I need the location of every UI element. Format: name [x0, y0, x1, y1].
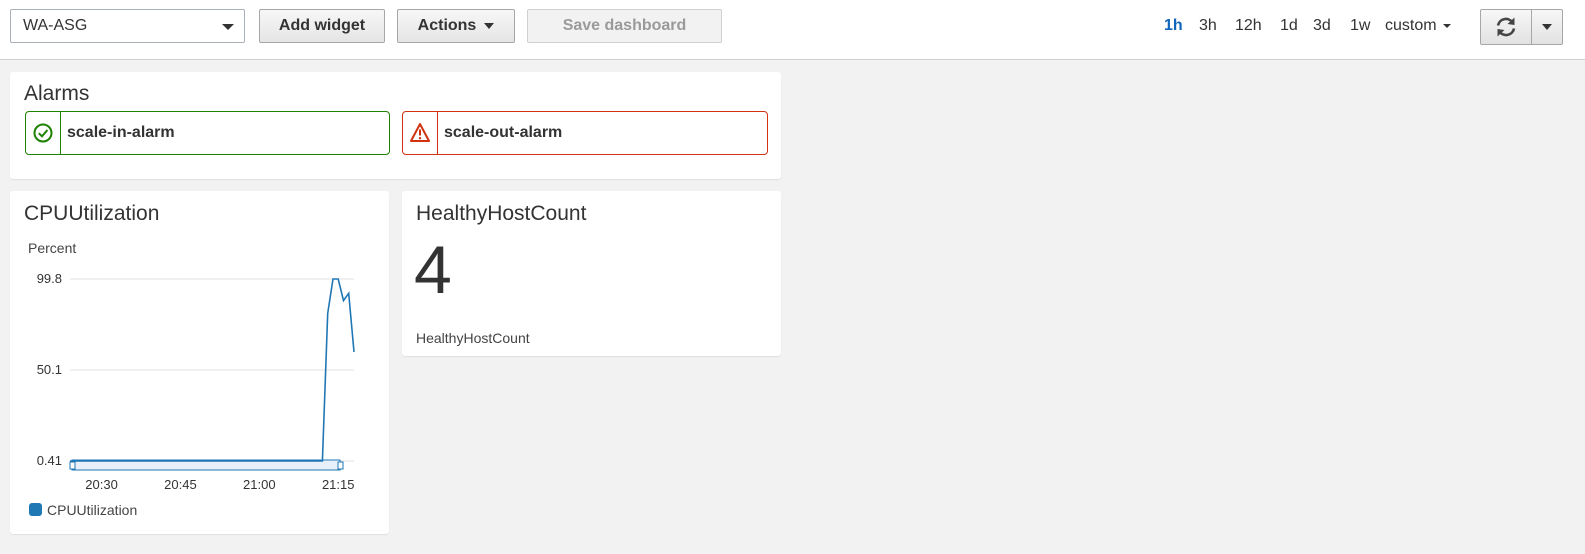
brush-handle[interactable] — [69, 461, 76, 470]
alarms-title: Alarms — [24, 82, 90, 105]
alarm-status-cell — [403, 112, 438, 154]
time-range-3h[interactable]: 3h — [1199, 17, 1217, 35]
chevron-down-icon — [1542, 24, 1552, 30]
caret-down-icon — [1442, 23, 1451, 28]
healthy-host-count-value: 4 — [414, 232, 452, 308]
y-tick-label: 99.8 — [37, 271, 62, 286]
dashboard-select[interactable]: WA-ASG — [10, 9, 245, 43]
refresh-button[interactable] — [1481, 10, 1531, 44]
check-circle-icon — [33, 123, 53, 143]
actions-button[interactable]: Actions — [397, 9, 515, 43]
alarm-name: scale-in-alarm — [67, 124, 175, 141]
alarms-widget: Alarms scale-in-alarm scale-out-alarm — [10, 72, 781, 179]
time-range-12h[interactable]: 12h — [1235, 17, 1262, 35]
health-widget-title: HealthyHostCount — [416, 202, 587, 225]
dashboard-toolbar: WA-ASG Add widget Actions Save dashboard… — [0, 0, 1585, 60]
add-widget-label: Add widget — [278, 17, 366, 34]
time-range-1h[interactable]: 1h — [1164, 17, 1183, 35]
save-dashboard-label: Save dashboard — [562, 17, 687, 34]
legend-swatch — [29, 503, 42, 516]
alarm-name: scale-out-alarm — [444, 124, 563, 141]
healthy-host-count-widget: HealthyHostCount 4 HealthyHostCount — [402, 191, 781, 356]
x-tick-label: 20:45 — [164, 477, 197, 492]
custom-label: custom — [1385, 17, 1437, 34]
y-tick-label: 50.1 — [37, 362, 62, 377]
time-range-custom[interactable]: custom — [1385, 17, 1451, 35]
legend-label[interactable]: CPUUtilization — [47, 502, 137, 518]
alarm-status-cell — [26, 112, 61, 154]
brush-handle[interactable] — [337, 461, 344, 470]
save-dashboard-button[interactable]: Save dashboard — [527, 9, 722, 43]
add-widget-button[interactable]: Add widget — [259, 9, 385, 43]
x-tick-label: 21:00 — [243, 477, 276, 492]
warning-triangle-icon — [410, 123, 430, 142]
x-tick-label: 20:30 — [85, 477, 118, 492]
caret-down-icon — [484, 22, 495, 29]
healthy-host-count-label: HealthyHostCount — [416, 330, 530, 346]
cpu-utilization-widget: CPUUtilization Percent 99.8 50.1 0.41 20:3… — [10, 191, 389, 534]
alarm-scale-in[interactable]: scale-in-alarm — [25, 111, 390, 155]
refresh-button-group — [1480, 9, 1563, 45]
y-tick-label: 0.41 — [37, 453, 62, 468]
cpu-line-chart: 99.8 50.1 0.41 20:30 20:45 21:00 21:15 — [37, 271, 355, 492]
actions-label: Actions — [417, 17, 477, 34]
refresh-options-dropdown[interactable] — [1531, 10, 1562, 44]
time-range-1w[interactable]: 1w — [1350, 17, 1370, 35]
x-tick-label: 21:15 — [322, 477, 355, 492]
time-range-1d[interactable]: 1d — [1280, 17, 1298, 35]
alarm-scale-out[interactable]: scale-out-alarm — [402, 111, 768, 155]
dashboard-select-value: WA-ASG — [23, 17, 88, 34]
refresh-icon — [1496, 17, 1516, 37]
time-range-3d[interactable]: 3d — [1313, 17, 1331, 35]
chevron-down-icon — [222, 24, 234, 30]
